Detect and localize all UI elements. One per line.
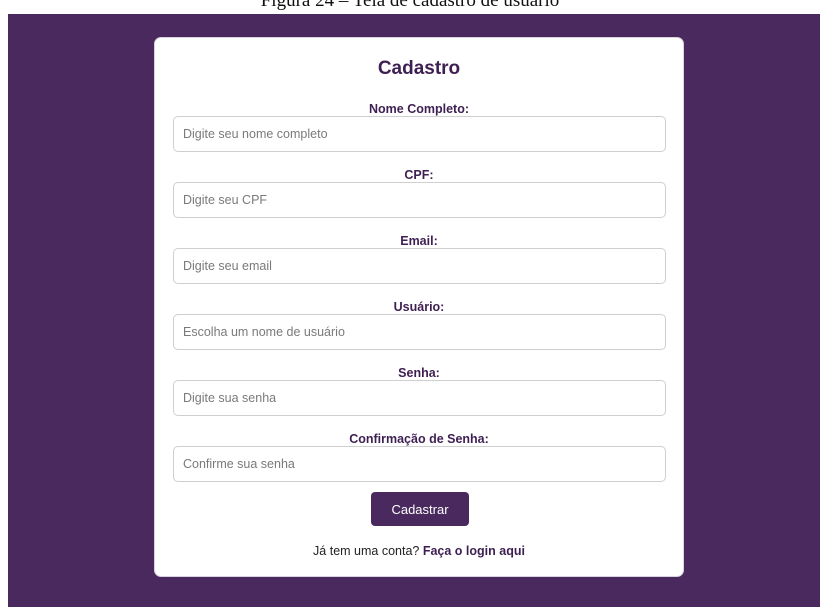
figure-caption-text: Figura 24 – Tela de cadastro de usuário — [260, 0, 560, 11]
password-input[interactable] — [173, 380, 666, 416]
confirm-password-input[interactable] — [173, 446, 666, 482]
username-label: Usuário: — [393, 300, 445, 314]
login-prompt-text: Já tem uma conta? — [313, 544, 420, 558]
email-label: Email: — [400, 234, 438, 248]
registration-card: Cadastro Nome Completo: CPF: Email: Usuá… — [154, 37, 684, 577]
full-name-label: Nome Completo: — [369, 102, 469, 116]
cpf-label: CPF: — [404, 168, 434, 182]
register-button[interactable]: Cadastrar — [371, 492, 469, 526]
form-title: Cadastro — [377, 58, 461, 79]
cpf-input[interactable] — [173, 182, 666, 218]
figure-caption: Figura 24 – Tela de cadastro de usuário — [0, 0, 820, 14]
login-link[interactable]: Faça o login aqui — [423, 544, 525, 558]
username-input[interactable] — [173, 314, 666, 350]
password-label: Senha: — [398, 366, 440, 380]
email-input[interactable] — [173, 248, 666, 284]
confirm-password-label: Confirmação de Senha: — [349, 432, 489, 446]
full-name-input[interactable] — [173, 116, 666, 152]
login-prompt: Já tem uma conta? Faça o login aqui — [155, 544, 683, 558]
